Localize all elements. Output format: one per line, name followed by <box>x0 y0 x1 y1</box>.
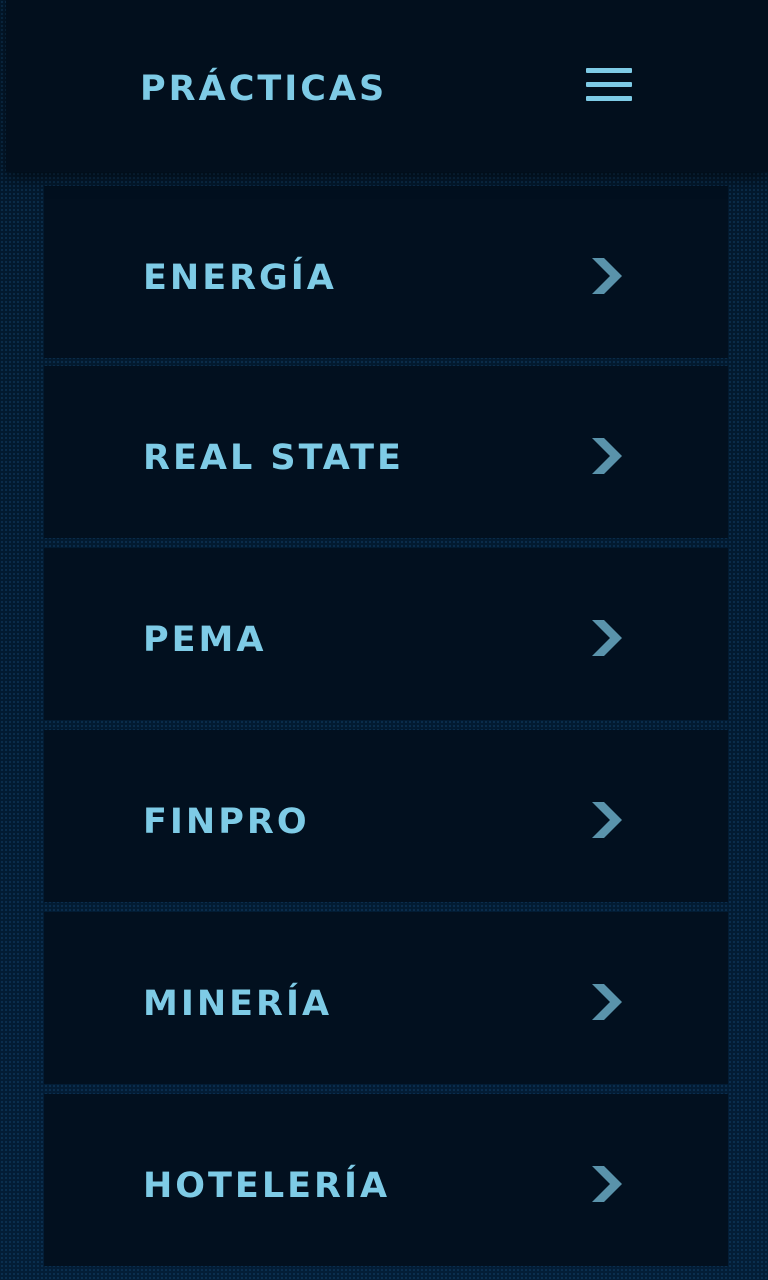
chevron-right-icon <box>592 1166 622 1202</box>
list-item-energia[interactable]: ENERGÍA <box>44 186 728 358</box>
menu-bar <box>586 96 632 101</box>
page-title: PRÁCTICAS <box>140 69 388 109</box>
list-item-label: FINPRO <box>143 802 310 842</box>
hamburger-menu-icon[interactable] <box>586 66 632 106</box>
list-item-hoteleria[interactable]: HOTELERÍA <box>44 1094 728 1266</box>
menu-bar <box>586 68 632 73</box>
menu-bar <box>586 82 632 87</box>
chevron-right-icon <box>592 620 622 656</box>
list-item-label: REAL STATE <box>143 438 404 478</box>
list-item-real-state[interactable]: REAL STATE <box>44 366 728 538</box>
chevron-right-icon <box>592 802 622 838</box>
practices-list: ENERGÍA REAL STATE PEMA FINPRO MINERÍA H… <box>44 186 728 1280</box>
list-item-mineria[interactable]: MINERÍA <box>44 912 728 1084</box>
list-item-finpro[interactable]: FINPRO <box>44 730 728 902</box>
app-header: PRÁCTICAS <box>6 0 768 172</box>
list-item-label: ENERGÍA <box>143 258 337 298</box>
chevron-right-icon <box>592 258 622 294</box>
list-item-label: PEMA <box>143 620 267 660</box>
list-item-label: MINERÍA <box>143 984 333 1024</box>
chevron-right-icon <box>592 984 622 1020</box>
list-item-label: HOTELERÍA <box>143 1166 391 1206</box>
list-item-pema[interactable]: PEMA <box>44 548 728 720</box>
chevron-right-icon <box>592 438 622 474</box>
